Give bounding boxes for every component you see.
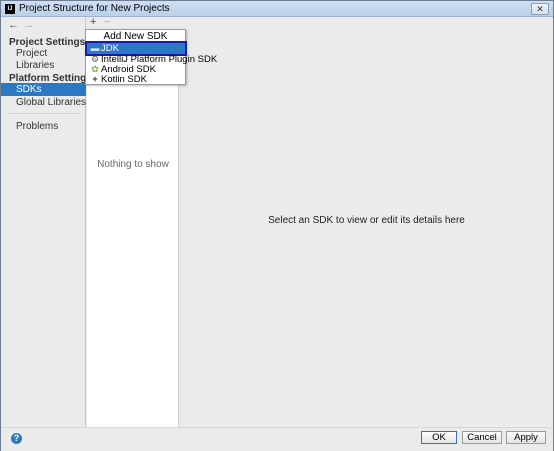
forward-arrow-icon[interactable]: → bbox=[23, 19, 35, 31]
sidebar-item-sdks[interactable]: SDKs bbox=[1, 83, 86, 96]
sdk-details-panel: Select an SDK to view or edit its detail… bbox=[180, 17, 553, 427]
intellij-icon: IJ bbox=[5, 4, 15, 14]
ok-button[interactable]: OK bbox=[421, 431, 457, 444]
window-title: Project Structure for New Projects bbox=[19, 3, 170, 14]
sidebar-divider bbox=[9, 113, 79, 114]
title-bar: IJ Project Structure for New Projects ✕ bbox=[1, 1, 553, 17]
close-button[interactable]: ✕ bbox=[531, 3, 549, 15]
add-icon[interactable]: + bbox=[90, 16, 96, 28]
sidebar-item-libraries[interactable]: Libraries bbox=[1, 59, 86, 72]
sidebar-item-global-libraries[interactable]: Global Libraries bbox=[1, 96, 86, 109]
popup-title: Add New SDK bbox=[103, 31, 168, 42]
empty-list-text: Nothing to show bbox=[97, 159, 169, 170]
project-structure-dialog: IJ Project Structure for New Projects ✕ … bbox=[0, 0, 554, 451]
back-arrow-icon[interactable]: ← bbox=[8, 19, 20, 31]
nav-arrows: ← → bbox=[8, 19, 35, 31]
kotlin-icon: + bbox=[92, 74, 98, 84]
add-new-sdk-popup: Add New SDK ▬ JDK ⚙ IntelliJ Platform Pl… bbox=[85, 29, 217, 85]
popup-item-label: Kotlin SDK bbox=[101, 74, 147, 85]
jdk-icon: ▬ bbox=[90, 43, 100, 53]
dialog-footer: ? OK Cancel Apply bbox=[1, 427, 553, 451]
popup-item-kotlin-sdk[interactable]: + Kotlin SDK bbox=[87, 74, 185, 85]
sidebar: ← → Project Settings Project Libraries P… bbox=[1, 17, 92, 427]
popup-item-jdk[interactable]: ▬ JDK bbox=[85, 41, 187, 56]
cancel-button[interactable]: Cancel bbox=[462, 431, 502, 444]
popup-item-label: JDK bbox=[101, 43, 119, 54]
sidebar-item-problems[interactable]: Problems bbox=[1, 120, 86, 133]
apply-button[interactable]: Apply bbox=[506, 431, 546, 444]
remove-icon[interactable]: − bbox=[104, 16, 110, 28]
help-icon[interactable]: ? bbox=[11, 433, 22, 444]
details-placeholder: Select an SDK to view or edit its detail… bbox=[268, 215, 465, 226]
